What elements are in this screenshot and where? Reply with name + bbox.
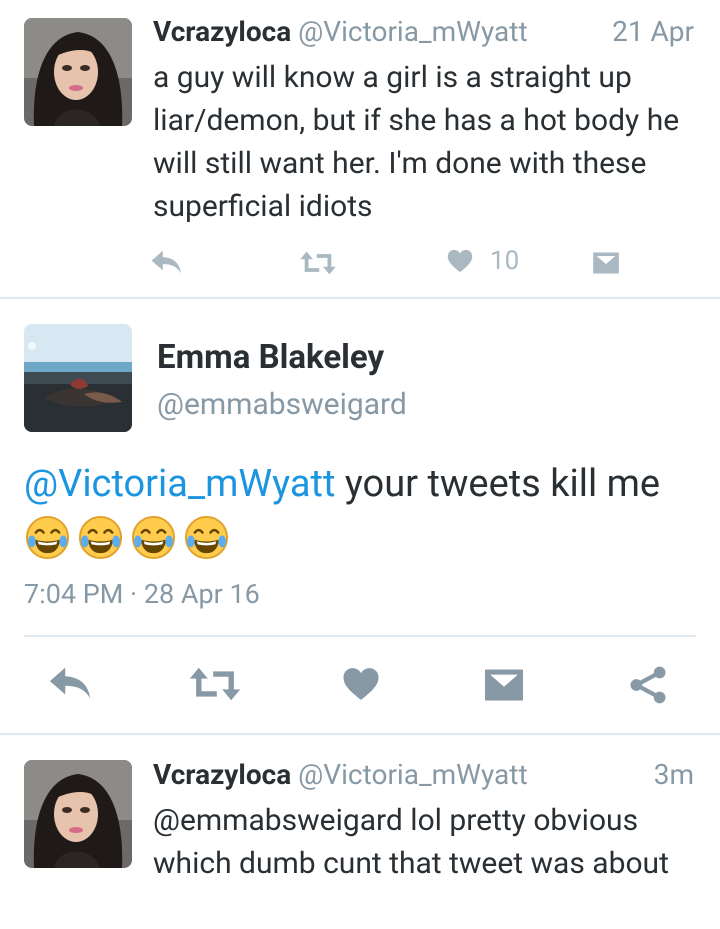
user-avatar[interactable]	[24, 18, 132, 126]
reply-button[interactable]	[48, 662, 94, 708]
avatar-photo	[24, 760, 132, 868]
dm-button[interactable]	[482, 666, 526, 708]
share-button[interactable]	[628, 664, 668, 710]
dm-button[interactable]	[592, 250, 620, 276]
reply-icon	[49, 667, 91, 699]
heart-icon	[447, 249, 473, 273]
author-handle[interactable]: @Victoria_mWyatt	[298, 15, 527, 48]
dm-icon	[485, 669, 523, 701]
author-name[interactable]: Vcrazyloca	[153, 758, 291, 791]
tweet-text: a guy will know a girl is a straight up …	[153, 60, 680, 224]
like-button[interactable]: 10	[446, 246, 519, 276]
author-handle[interactable]: @emmabsweigard	[157, 386, 407, 424]
tears-of-joy-emoji	[78, 515, 123, 560]
dm-icon	[593, 252, 619, 274]
emoji-row	[24, 514, 230, 561]
tweet-header: Vcrazyloca @Victoria_mWyatt	[153, 757, 528, 793]
tears-of-joy-emoji	[25, 515, 70, 560]
tweet-divider	[0, 733, 720, 735]
user-avatar[interactable]	[24, 324, 132, 432]
tweet-1[interactable]: Vcrazyloca @Victoria_mWyatt 21 Apr a guy…	[0, 0, 720, 298]
tears-of-joy-emoji	[184, 515, 229, 560]
reply-button[interactable]	[150, 248, 184, 276]
tweet-timestamp: 3m	[653, 758, 694, 791]
retweet-button[interactable]	[188, 666, 242, 706]
tweet-text-body: your tweets kill me	[335, 462, 661, 506]
mention-link[interactable]: @Victoria_mWyatt	[24, 462, 335, 506]
retweet-icon	[300, 251, 336, 275]
tweet-timestamp: 7:04 PM · 28 Apr 16	[24, 578, 260, 610]
like-count: 10	[490, 246, 520, 276]
tweet-text: @emmabsweigard lol pretty obvious which …	[153, 803, 669, 881]
tweet-timestamp: 21 Apr	[612, 15, 694, 48]
tweet-text: @Victoria_mWyatt your tweets kill me	[24, 460, 704, 508]
user-avatar[interactable]	[24, 760, 132, 868]
heart-icon	[343, 668, 379, 700]
tweet-divider	[0, 297, 720, 299]
author-handle[interactable]: @Victoria_mWyatt	[298, 758, 527, 791]
avatar-photo	[24, 18, 132, 126]
avatar-photo	[24, 324, 132, 432]
author-name[interactable]: Vcrazyloca	[153, 15, 291, 48]
tweet-header: Vcrazyloca @Victoria_mWyatt	[153, 14, 528, 50]
author-name[interactable]: Emma Blakeley	[157, 338, 384, 378]
meta-divider	[24, 635, 696, 637]
tears-of-joy-emoji	[131, 515, 176, 560]
retweet-icon	[189, 667, 241, 701]
share-icon	[630, 666, 666, 704]
like-button[interactable]	[340, 664, 382, 708]
retweet-button[interactable]	[299, 250, 337, 276]
reply-icon	[151, 250, 181, 274]
